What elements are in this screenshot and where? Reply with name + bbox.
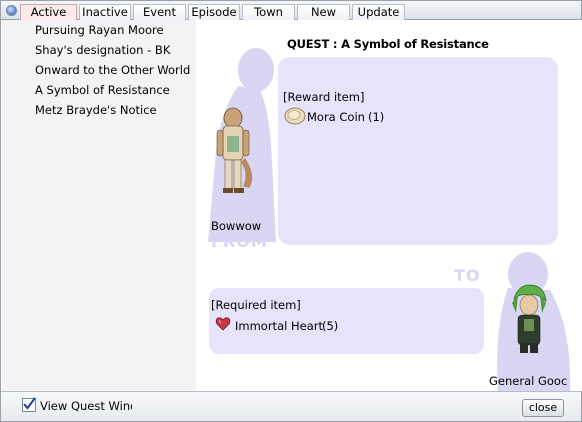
reward-label: [Reward item] <box>283 90 365 104</box>
close-button[interactable]: close <box>522 399 564 417</box>
tab-episode[interactable]: Episode <box>188 4 240 20</box>
view-quest-window-checkbox[interactable] <box>22 397 36 412</box>
view-quest-window-label: View Quest Window <box>40 399 132 413</box>
reward-panel: [Reward item] Mora Coin (1) <box>278 57 558 245</box>
general-sprite <box>512 284 547 353</box>
coin-icon[interactable] <box>284 105 306 127</box>
reward-item-name[interactable]: Mora Coin <box>307 110 365 124</box>
heart-icon[interactable] <box>215 316 231 332</box>
footer-bar: View Quest Window close <box>1 391 581 421</box>
tab-town[interactable]: Town <box>242 4 295 20</box>
quest-list-item[interactable]: Metz Brayde's Notice <box>35 103 157 117</box>
quest-list-item[interactable]: Onward to the Other World <box>35 63 190 77</box>
checkmark-icon <box>23 397 36 410</box>
quest-list-item[interactable]: Pursuing Rayan Moore <box>35 23 164 37</box>
quest-list-item[interactable]: Shay's designation - BK <box>35 43 170 57</box>
to-ghost-text: TO <box>454 266 481 285</box>
required-label: [Required item] <box>211 298 301 312</box>
to-npc-name: General Gooc <box>489 374 568 388</box>
reward-item-count: (1) <box>368 110 385 124</box>
quest-list: Pursuing Rayan Moore Shay's designation … <box>2 20 196 391</box>
required-item-count: (5) <box>322 319 339 333</box>
quest-window: Active Inactive Event Episode Town New U… <box>0 0 582 422</box>
quest-list-item[interactable]: A Symbol of Resistance <box>35 83 170 97</box>
window-menu-icon[interactable] <box>6 5 17 16</box>
tab-bar: Active Inactive Event Episode Town New U… <box>1 1 581 20</box>
bowwow-sprite <box>216 107 253 193</box>
required-panel: [Required item] Immortal Heart (5) <box>209 288 484 354</box>
from-ghost-text: FROM <box>211 232 268 251</box>
tab-event[interactable]: Event <box>133 4 186 20</box>
tab-update[interactable]: Update <box>352 4 405 20</box>
quest-title: QUEST : A Symbol of Resistance <box>287 37 489 51</box>
required-item-name[interactable]: Immortal Heart <box>235 319 323 333</box>
tab-new[interactable]: New <box>297 4 350 20</box>
from-npc-name: Bowwow <box>211 219 262 233</box>
quest-detail-pane: FROM TO QUEST : A Symbol of Resistance [… <box>196 20 582 391</box>
tab-inactive[interactable]: Inactive <box>79 4 131 20</box>
tab-active[interactable]: Active <box>20 4 77 20</box>
